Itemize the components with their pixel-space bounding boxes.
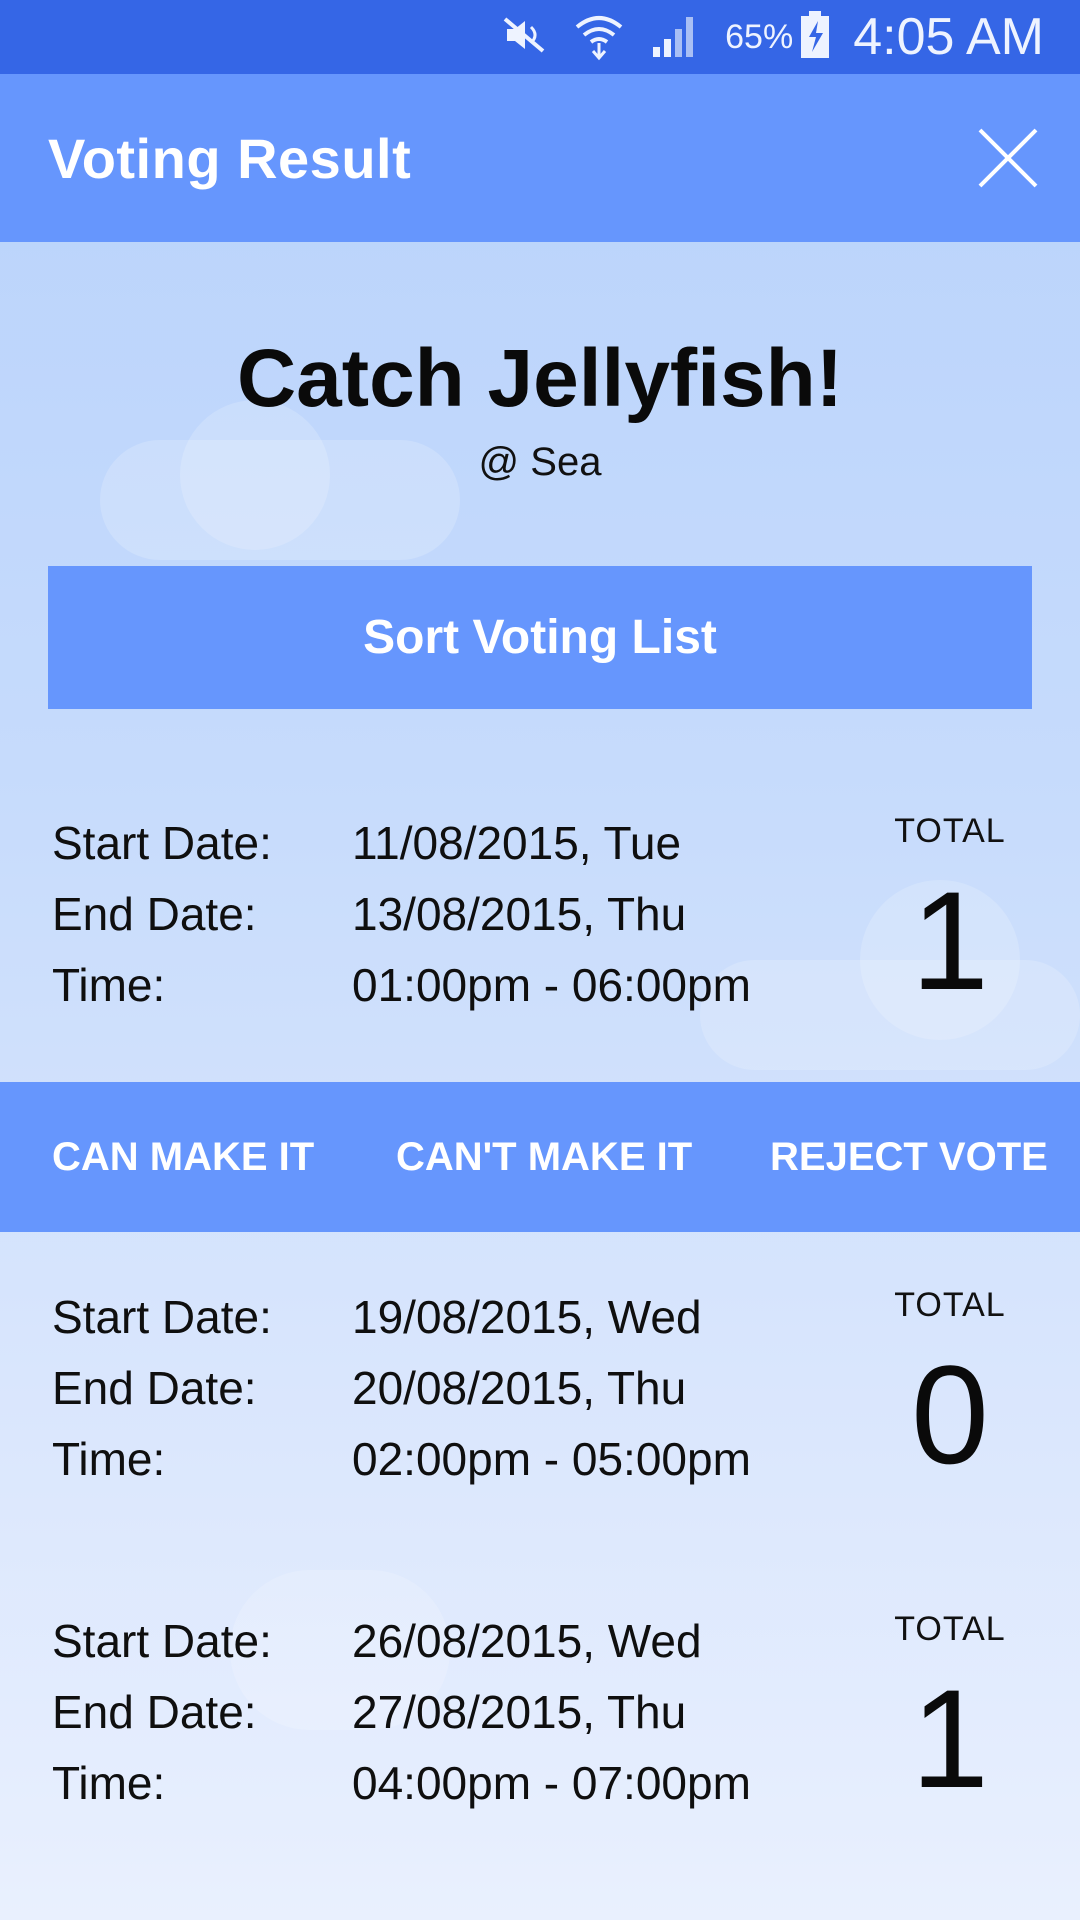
sort-voting-list-button[interactable]: Sort Voting List <box>48 566 1032 709</box>
can-make-it-button[interactable]: CAN MAKE IT <box>52 1082 314 1232</box>
start-date-label: Start Date: <box>52 1291 272 1343</box>
time-label: Time: <box>52 959 166 1011</box>
total-label: TOTAL <box>894 812 1006 850</box>
close-button[interactable] <box>976 126 1040 190</box>
cant-make-it-button[interactable]: CAN'T MAKE IT <box>396 1082 692 1232</box>
end-date-value: 20/08/2015, Thu <box>352 1362 687 1414</box>
close-icon <box>978 128 1038 188</box>
event-title: Catch Jellyfish! <box>236 333 844 424</box>
vote-option[interactable]: Start Date: 26/08/2015, Wed End Date: 27… <box>0 1598 1080 1818</box>
time-value: 04:00pm - 07:00pm <box>352 1757 751 1809</box>
start-date-value: 11/08/2015, Tue <box>352 817 682 869</box>
total-count: 1 <box>911 1660 989 1817</box>
total-count: 1 <box>911 862 989 1019</box>
mute-icon <box>501 15 547 60</box>
clock: 4:05 AM <box>853 8 1044 66</box>
time-label: Time: <box>52 1757 166 1809</box>
start-date-label: Start Date: <box>52 1615 272 1667</box>
status-bar: 65% 4:05 AM <box>0 0 1080 74</box>
reject-vote-button[interactable]: REJECT VOTE <box>770 1082 1048 1232</box>
battery-charging-icon <box>799 10 831 64</box>
signal-icon <box>651 11 699 64</box>
end-date-label: End Date: <box>52 888 257 940</box>
time-value: 01:00pm - 06:00pm <box>352 959 751 1011</box>
vote-option[interactable]: Start Date: 11/08/2015, Tue End Date: 13… <box>0 800 1080 1020</box>
time-value: 02:00pm - 05:00pm <box>352 1433 751 1485</box>
app-bar: Voting Result <box>0 74 1080 242</box>
end-date-value: 13/08/2015, Thu <box>352 888 687 940</box>
wifi-icon <box>573 9 625 66</box>
vote-option[interactable]: Start Date: 19/08/2015, Wed End Date: 20… <box>0 1274 1080 1494</box>
start-date-value: 26/08/2015, Wed <box>352 1615 702 1667</box>
vote-action-bar: CAN MAKE IT CAN'T MAKE IT REJECT VOTE <box>0 1082 1080 1232</box>
battery-percent: 65% <box>725 17 794 56</box>
end-date-label: End Date: <box>52 1362 257 1414</box>
end-date-label: End Date: <box>52 1686 257 1738</box>
end-date-value: 27/08/2015, Thu <box>352 1686 687 1738</box>
start-date-value: 19/08/2015, Wed <box>352 1291 702 1343</box>
time-label: Time: <box>52 1433 166 1485</box>
event-location: @ Sea <box>478 440 602 484</box>
page-title: Voting Result <box>48 127 412 190</box>
total-count: 0 <box>911 1336 989 1493</box>
total-label: TOTAL <box>894 1610 1006 1648</box>
start-date-label: Start Date: <box>52 817 272 869</box>
total-label: TOTAL <box>894 1286 1006 1324</box>
